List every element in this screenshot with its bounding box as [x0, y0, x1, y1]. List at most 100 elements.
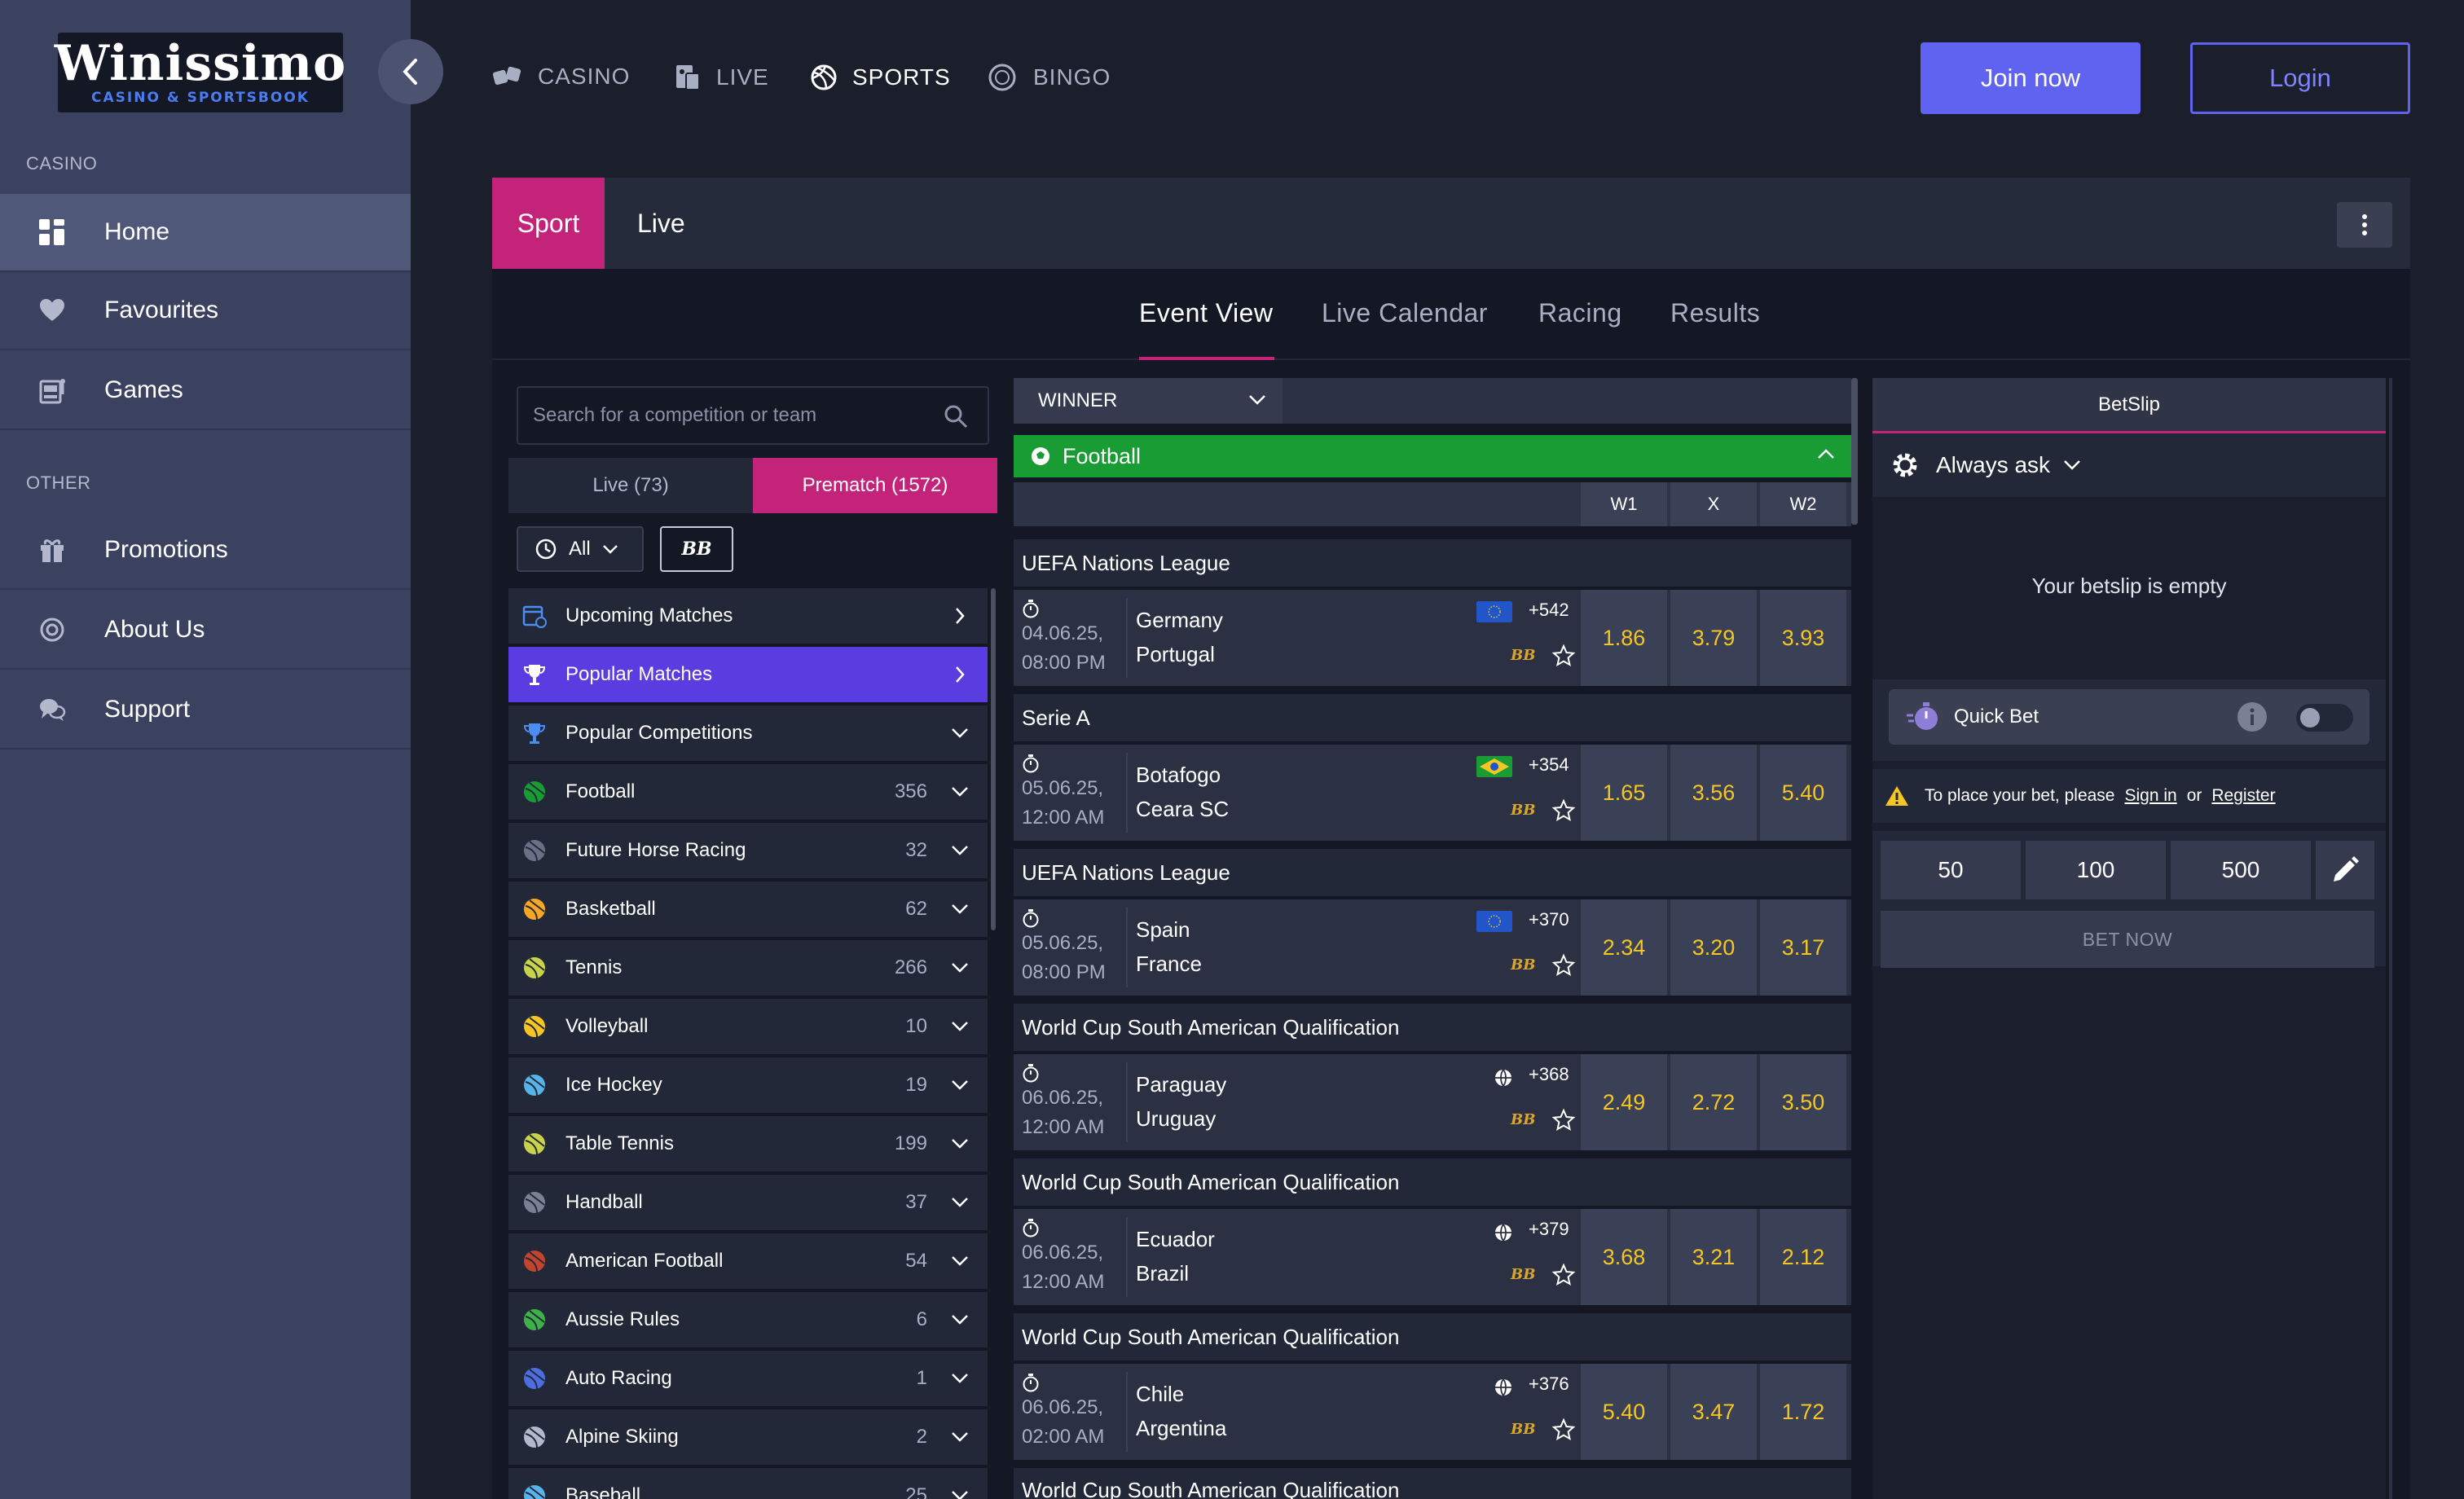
- odds-x-button[interactable]: 3.47: [1670, 1364, 1757, 1460]
- tab-live-count[interactable]: Live (73): [508, 458, 753, 513]
- match-row[interactable]: 05.06.25, 08:00 PM Spain France +370 BB 2.34 3.…: [1014, 899, 1851, 996]
- sidebar-item-support[interactable]: Support: [0, 671, 411, 750]
- chevron-up-icon[interactable]: [1817, 448, 1835, 459]
- odds-w2-button[interactable]: 1.72: [1760, 1364, 1846, 1460]
- sport-header-football[interactable]: Football: [1014, 435, 1851, 477]
- sport-list-item[interactable]: Football 356: [508, 764, 988, 820]
- tab-prematch-count[interactable]: Prematch (1572): [753, 458, 997, 513]
- chevron-down-icon[interactable]: [950, 962, 970, 974]
- event-list-scrollbar[interactable]: [1851, 378, 1858, 525]
- chevron-down-icon[interactable]: [950, 1197, 970, 1208]
- odds-x-button[interactable]: 3.20: [1670, 899, 1757, 996]
- more-markets-count[interactable]: +368: [1529, 1064, 1569, 1085]
- tab-sport[interactable]: Sport: [492, 178, 605, 269]
- odds-x-button[interactable]: 3.21: [1670, 1209, 1757, 1305]
- more-options-button[interactable]: [2337, 202, 2392, 248]
- nav-casino[interactable]: CASINO: [492, 64, 630, 90]
- betslip-scrollbar[interactable]: [2389, 378, 2392, 1499]
- sport-list-item[interactable]: Basketball 62: [508, 881, 988, 937]
- bet-builder-filter[interactable]: BB: [660, 526, 733, 572]
- sport-list-item[interactable]: Aussie Rules 6: [508, 1292, 988, 1347]
- chevron-down-icon[interactable]: [950, 1373, 970, 1384]
- sport-list-item[interactable]: Handball 37: [508, 1175, 988, 1230]
- odds-w2-button[interactable]: 3.50: [1760, 1054, 1846, 1150]
- chevron-down-icon[interactable]: [950, 1490, 970, 1499]
- star-icon[interactable]: [1551, 1418, 1576, 1446]
- chevron-down-icon[interactable]: [950, 1255, 970, 1267]
- login-button[interactable]: Login: [2190, 42, 2410, 114]
- sport-list-item[interactable]: Auto Racing 1: [508, 1351, 988, 1406]
- chevron-down-icon[interactable]: [950, 1079, 970, 1091]
- edit-stakes-button[interactable]: [2316, 841, 2374, 899]
- sidebar-item-games[interactable]: Games: [0, 352, 411, 430]
- sport-list-item[interactable]: Baseball 25: [508, 1468, 988, 1499]
- time-filter-select[interactable]: All: [517, 526, 644, 572]
- sport-list-scrollbar[interactable]: [991, 588, 996, 930]
- search-icon[interactable]: [944, 404, 968, 429]
- chevron-right-icon[interactable]: [950, 607, 970, 625]
- more-markets-count[interactable]: +354: [1529, 754, 1569, 776]
- info-icon[interactable]: [2236, 701, 2268, 733]
- chevron-down-icon[interactable]: [950, 728, 970, 739]
- sport-list-item[interactable]: Popular Matches: [508, 647, 988, 702]
- star-icon[interactable]: [1551, 798, 1576, 827]
- odds-w2-button[interactable]: 3.93: [1760, 590, 1846, 686]
- chevron-down-icon[interactable]: [950, 845, 970, 856]
- register-link[interactable]: Register: [2211, 786, 2275, 806]
- sign-in-link[interactable]: Sign in: [2124, 786, 2176, 806]
- sidebar-item-promotions[interactable]: Promotions: [0, 512, 411, 590]
- odds-change-setting[interactable]: Always ask: [1872, 433, 2386, 497]
- odds-w1-button[interactable]: 2.49: [1581, 1054, 1667, 1150]
- competition-search[interactable]: Search for a competition or team: [517, 386, 989, 445]
- match-row[interactable]: 04.06.25, 08:00 PM Germany Portugal +542 BB 1.…: [1014, 590, 1851, 686]
- tab-racing[interactable]: Racing: [1538, 298, 1622, 328]
- star-icon[interactable]: [1551, 1263, 1576, 1291]
- bet-now-button[interactable]: BET NOW: [1881, 911, 2374, 968]
- sport-list-item[interactable]: Ice Hockey 19: [508, 1057, 988, 1113]
- chevron-down-icon[interactable]: [950, 1021, 970, 1032]
- odds-w2-button[interactable]: 5.40: [1760, 745, 1846, 841]
- tab-event-view[interactable]: Event View: [1139, 298, 1274, 328]
- chevron-down-icon[interactable]: [950, 1138, 970, 1150]
- odds-w1-button[interactable]: 1.65: [1581, 745, 1667, 841]
- tab-live[interactable]: Live: [637, 178, 685, 269]
- sport-list-item[interactable]: Alpine Skiing 2: [508, 1409, 988, 1465]
- tab-live-calendar[interactable]: Live Calendar: [1322, 298, 1488, 328]
- sport-list-item[interactable]: Upcoming Matches: [508, 588, 988, 644]
- sidebar-item-about-us[interactable]: About Us: [0, 591, 411, 670]
- more-markets-count[interactable]: +370: [1529, 909, 1569, 930]
- sport-list-item[interactable]: Table Tennis 199: [508, 1116, 988, 1172]
- chevron-down-icon[interactable]: [950, 1314, 970, 1325]
- odds-w1-button[interactable]: 1.86: [1581, 590, 1667, 686]
- chevron-down-icon[interactable]: [950, 1431, 970, 1443]
- odds-w1-button[interactable]: 2.34: [1581, 899, 1667, 996]
- odds-w2-button[interactable]: 3.17: [1760, 899, 1846, 996]
- odds-x-button[interactable]: 3.79: [1670, 590, 1757, 686]
- nav-bingo[interactable]: BINGO: [986, 64, 1111, 91]
- more-markets-count[interactable]: +379: [1529, 1219, 1569, 1240]
- sport-list-item[interactable]: Tennis 266: [508, 940, 988, 996]
- odds-x-button[interactable]: 2.72: [1670, 1054, 1757, 1150]
- odds-w1-button[interactable]: 5.40: [1581, 1364, 1667, 1460]
- sidebar-item-favourites[interactable]: Favourites: [0, 272, 411, 350]
- match-row[interactable]: 06.06.25, 02:00 AM Chile Argentina +376 BB 5.4…: [1014, 1364, 1851, 1460]
- more-markets-count[interactable]: +542: [1529, 600, 1569, 621]
- star-icon[interactable]: [1551, 644, 1576, 672]
- star-icon[interactable]: [1551, 1108, 1576, 1136]
- chevron-right-icon[interactable]: [950, 666, 970, 684]
- sidebar-item-home[interactable]: Home: [0, 194, 411, 272]
- stake-preset-500[interactable]: 500: [2171, 841, 2311, 899]
- join-now-button[interactable]: Join now: [1921, 42, 2141, 114]
- more-markets-count[interactable]: +376: [1529, 1374, 1569, 1395]
- market-select[interactable]: WINNER: [1014, 378, 1283, 424]
- match-row[interactable]: 06.06.25, 12:00 AM Paraguay Uruguay +368 BB 2.…: [1014, 1054, 1851, 1150]
- match-row[interactable]: 05.06.25, 12:00 AM Botafogo Ceara SC +354 BB 1…: [1014, 745, 1851, 841]
- tab-results[interactable]: Results: [1670, 298, 1760, 328]
- sport-list-item[interactable]: Popular Competitions: [508, 706, 988, 761]
- sport-list-item[interactable]: Future Horse Racing 32: [508, 823, 988, 878]
- brand-logo[interactable]: Winissimo CASINO & SPORTSBOOK: [55, 33, 345, 112]
- odds-w1-button[interactable]: 3.68: [1581, 1209, 1667, 1305]
- nav-sports[interactable]: SPORTS: [810, 64, 951, 91]
- sport-list-item[interactable]: Volleyball 10: [508, 999, 988, 1054]
- odds-w2-button[interactable]: 2.12: [1760, 1209, 1846, 1305]
